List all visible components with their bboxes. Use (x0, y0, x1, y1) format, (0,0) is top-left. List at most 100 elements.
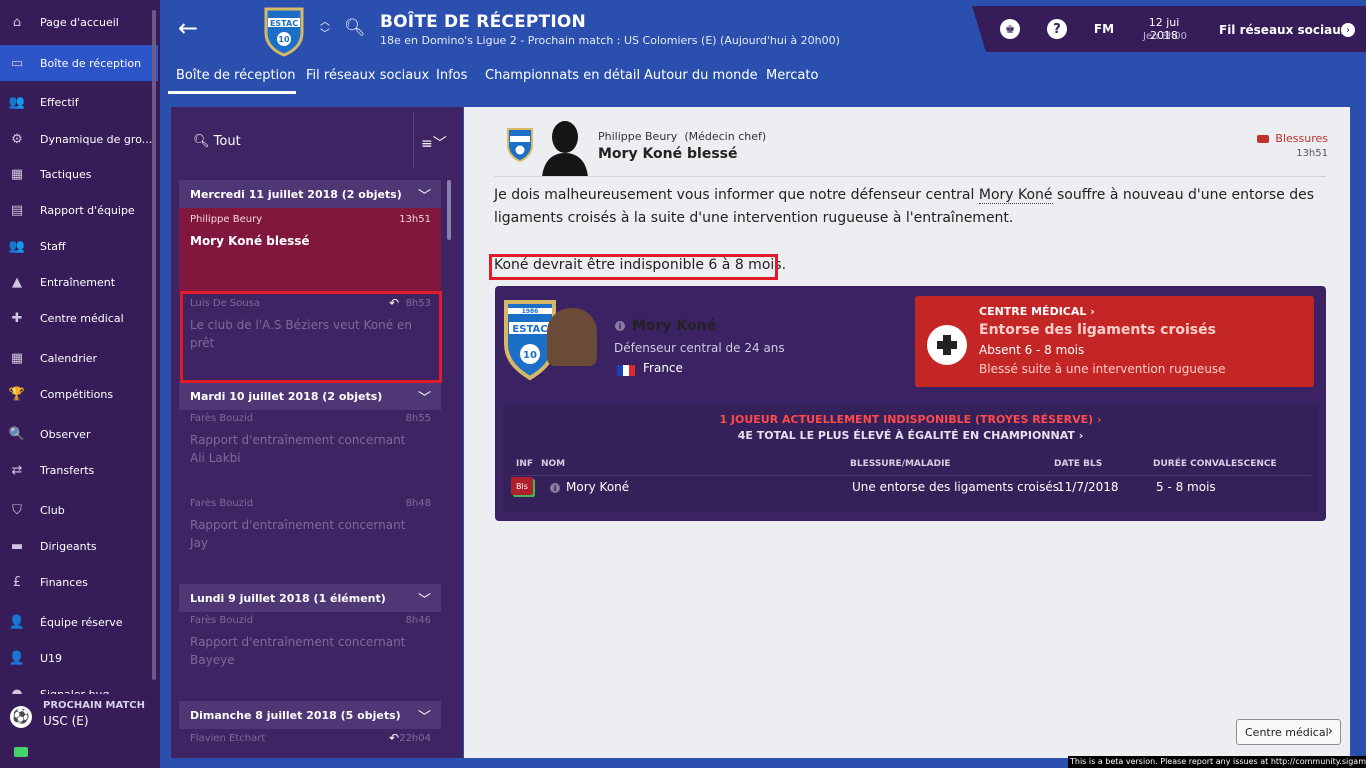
medical-centre-panel[interactable]: CENTRE MÉDICAL › Entorse des ligaments c… (915, 296, 1314, 387)
club-icon: ⛉ (12, 502, 22, 518)
date-group-header[interactable]: Mercredi 11 juillet 2018 (2 objets) ﹀ (179, 180, 441, 208)
sidebar-item-squad[interactable]: 👥 Effectif (0, 84, 158, 120)
message-subject: Mory Koné blessé (190, 234, 310, 248)
back-arrow-icon[interactable]: ← (178, 14, 198, 42)
sidebar-item-transfers[interactable]: ⇄ Transferts (0, 452, 158, 488)
tab-inbox[interactable]: Boîte de réception (176, 68, 295, 83)
row-date: 11/7/2018 (1057, 480, 1119, 494)
trophy-icon: 🏆 (8, 386, 26, 402)
club-crest-icon (506, 127, 534, 167)
board-icon: ▬ (10, 538, 24, 554)
status-icon[interactable] (14, 747, 28, 757)
row-duration: 5 - 8 mois (1156, 480, 1216, 494)
sidebar-item-reserve[interactable]: 👤 Équipe réserve (0, 604, 158, 640)
sidebar-item-inbox[interactable]: ▭ Boîte de réception (0, 45, 158, 81)
staff-icon: 👥 (8, 238, 26, 254)
chevron-down-icon: ﹀ (417, 189, 431, 204)
tab-news[interactable]: Infos (436, 68, 467, 83)
injury-tag[interactable]: Blessures (1257, 132, 1328, 145)
list-scrollbar[interactable] (447, 180, 451, 240)
unavailable-summary-link[interactable]: 1 JOUEUR ACTUELLEMENT INDISPONIBLE (TROY… (503, 413, 1318, 426)
sidebar-item-finances[interactable]: £ Finances (0, 564, 158, 600)
sidebar-item-label: Finances (40, 575, 88, 589)
tab-social-feed[interactable]: Fil réseaux sociaux (306, 68, 429, 83)
sidebar-item-medical[interactable]: ✚ Centre médical (0, 300, 158, 336)
sidebar: ⌂ Page d'accueil ▭ Boîte de réception 👥 Eff… (0, 0, 160, 768)
search-icon[interactable]: 🔍︎ (344, 18, 366, 38)
crest-year: 1986 (522, 308, 539, 315)
column-header-inf[interactable]: INF (516, 459, 533, 469)
highlight-box (180, 291, 442, 383)
sidebar-item-dynamics[interactable]: ⚙ Dynamique de gro... (0, 121, 158, 157)
club-crest-icon: ESTAC 10 (262, 5, 306, 61)
page-subtitle: 18e en Domino's Ligue 2 - Prochain match… (380, 34, 840, 47)
tab-transfer-market[interactable]: Mercato (766, 68, 818, 83)
message-time: 8h48 (405, 498, 431, 509)
sidebar-item-scout[interactable]: 🔍 Observer (0, 416, 158, 452)
sidebar-item-calendar[interactable]: ▦ Calendrier (0, 340, 158, 376)
message-sender: Farès Bouzid (190, 615, 254, 626)
list-item[interactable]: Farès Bouzid 8h46 Rapport d'entraînement… (179, 609, 441, 699)
list-item[interactable]: Flavien Etchart ↶ 22h04 (179, 727, 441, 758)
sidebar-item-label: Entraînement (40, 275, 116, 289)
sidebar-item-label: Rapport d'équipe (40, 203, 135, 217)
player-link[interactable]: Mory Koné (978, 187, 1053, 204)
message-sender: Flavien Etchart (190, 733, 266, 744)
column-header-date[interactable]: DATE BLS (1054, 459, 1102, 469)
sidebar-item-label: Dirigeants (40, 539, 97, 553)
player-name[interactable]: Mory Koné (632, 318, 716, 334)
sidebar-item-label: Boîte de réception (40, 56, 142, 70)
next-match-panel[interactable]: ⚽ PROCHAIN MATCH USC (E) (0, 694, 160, 740)
medical-centre-link[interactable]: CENTRE MÉDICAL › (979, 305, 1095, 318)
row-player-name[interactable]: Mory Koné (566, 480, 629, 494)
chevron-right-icon[interactable]: › (1341, 23, 1355, 37)
fm-icon[interactable]: FM (1090, 19, 1118, 39)
list-item[interactable]: Farès Bouzid 8h55 Rapport d'entraînement… (179, 407, 441, 491)
tab-league-details[interactable]: Championnats en détail (485, 68, 640, 83)
sidebar-item-staff[interactable]: 👥 Staff (0, 228, 158, 264)
football-icon: ⚽ (10, 706, 32, 728)
active-tab-indicator (168, 91, 296, 94)
list-menu-icon[interactable]: ≡﹀ (421, 133, 447, 153)
filter-search[interactable]: 🔍︎ Tout (193, 134, 241, 149)
help-icon[interactable]: ? (1047, 19, 1067, 39)
next-match-label: PROCHAIN MATCH (43, 700, 145, 711)
injury-card: 1986 ESTAC 10 i Mory Koné Défenseur cent… (495, 286, 1326, 521)
message-view: Philippe Beury (Médecin chef) Mory Koné … (464, 107, 1350, 758)
column-header-duration[interactable]: DURÉE CONVALESCENCE (1153, 459, 1277, 469)
sidebar-item-label: Compétitions (40, 387, 114, 401)
info-icon[interactable]: i (550, 483, 560, 493)
sidebar-item-board[interactable]: ▬ Dirigeants (0, 528, 158, 564)
prev-next-icon[interactable]: ︿ ﹀ (320, 17, 330, 41)
training-icon: ▲ (12, 274, 22, 290)
social-feed-button[interactable]: Fil réseaux sociaux (1219, 23, 1349, 37)
sidebar-item-club[interactable]: ⛉ Club (0, 492, 158, 528)
crest-number: 10 (278, 35, 290, 44)
sidebar-item-competitions[interactable]: 🏆 Compétitions (0, 376, 158, 412)
league-rank-summary-link[interactable]: 4E TOTAL LE PLUS ÉLEVÉ À ÉGALITÉ EN CHAM… (503, 429, 1318, 442)
date-group-header[interactable]: Mardi 10 juillet 2018 (2 objets) ﹀ (179, 382, 441, 410)
trophy-globe-icon[interactable]: ♚ (1000, 19, 1020, 39)
list-item-selected[interactable]: Philippe Beury 13h51 Mory Koné blessé (179, 208, 441, 292)
column-header-name[interactable]: NOM (541, 459, 565, 469)
date-group-label: Mercredi 11 juillet 2018 (2 objets) (190, 187, 402, 201)
top-right-bar: ♚ ? FM 12 jui 2018 Jeu 8h00 Fil réseaux … (972, 6, 1366, 52)
tab-around-world[interactable]: Autour du monde (644, 68, 758, 83)
date-group-header[interactable]: Dimanche 8 juillet 2018 (5 objets) ﹀ (179, 701, 441, 729)
sender-line[interactable]: Philippe Beury (Médecin chef) (598, 130, 766, 143)
medical-centre-button[interactable]: Centre médical › (1236, 719, 1341, 745)
sidebar-item-team-report[interactable]: ▤ Rapport d'équipe (0, 192, 158, 228)
message-subject-title: Mory Koné blessé (598, 146, 738, 162)
message-sender: Philippe Beury (190, 214, 263, 225)
sidebar-scrollbar[interactable] (152, 10, 156, 680)
sidebar-item-home[interactable]: ⌂ Page d'accueil (0, 4, 158, 40)
row-injury: Une entorse des ligaments croisés (852, 480, 1059, 494)
list-item[interactable]: Farès Bouzid 8h48 Rapport d'entraînement… (179, 492, 441, 582)
sidebar-item-tactics[interactable]: ▦ Tactiques (0, 156, 158, 192)
column-header-injury[interactable]: BLESSURE/MALADIE (850, 459, 951, 469)
sidebar-item-u19[interactable]: 👤 U19 (0, 640, 158, 676)
info-icon[interactable]: i (615, 321, 625, 331)
body-text-1: Je dois malheureusement vous informer qu… (494, 187, 979, 203)
date-group-header[interactable]: Lundi 9 juillet 2018 (1 élément) ﹀ (179, 584, 441, 612)
sidebar-item-training[interactable]: ▲ Entraînement (0, 264, 158, 300)
